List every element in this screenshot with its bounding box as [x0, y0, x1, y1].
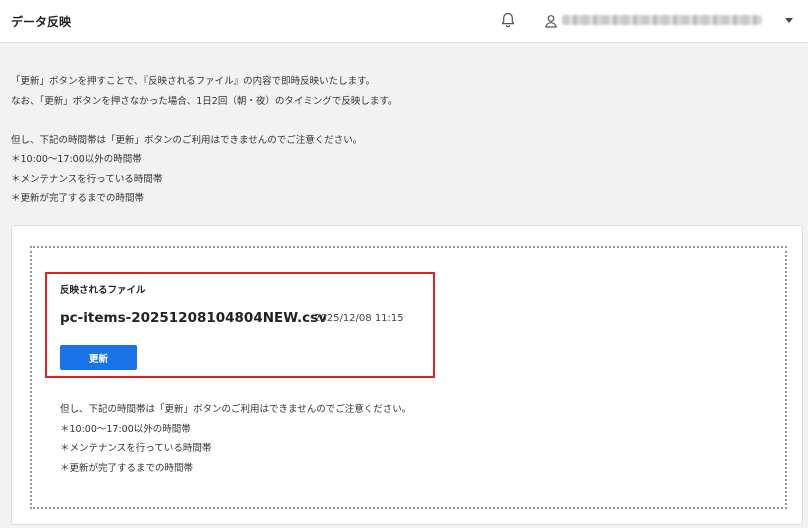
intro-line: なお、「更新」ボタンを押さなかった場合、1日2回（朝・夜）のタイミングで反映しま…: [11, 95, 398, 107]
note-line: 但し、下記の時間帯は「更新」ボタンのご利用はできませんのでご注意ください。: [60, 404, 412, 415]
update-card: 反映されるファイル pc-items-20251208104804NEW.csv…: [11, 225, 803, 525]
file-date: 2025/12/08 11:15: [314, 313, 404, 324]
app-header: データ反映: [0, 0, 808, 43]
intro-line: ＊メンテナンスを行っている時間帯: [11, 173, 163, 185]
note-line: ＊メンテナンスを行っている時間帯: [60, 443, 212, 454]
intro-line: 「更新」ボタンを押すことで、『反映されるファイル』の内容で即時反映いたします。: [11, 76, 376, 87]
note-line: ＊更新が完了するまでの時間帯: [60, 462, 194, 474]
intro-line: ＊10:00～17:00以外の時間帯: [11, 154, 142, 165]
user-name-redacted: [562, 15, 762, 25]
intro-gap: [11, 111, 791, 131]
bell-icon[interactable]: [499, 11, 517, 29]
file-label: 反映されるファイル: [60, 285, 146, 296]
user-icon: [544, 13, 558, 28]
page-title: データ反映: [11, 15, 72, 29]
note-text: 但し、下記の時間帯は「更新」ボタンのご利用はできませんのでご注意ください。 ＊1…: [60, 400, 760, 478]
user-menu[interactable]: [544, 12, 794, 30]
intro-line: 但し、下記の時間帯は「更新」ボタンのご利用はできませんのでご注意ください。: [11, 134, 363, 146]
update-button[interactable]: 更新: [60, 345, 137, 370]
note-line: ＊10:00～17:00以外の時間帯: [60, 423, 191, 435]
intro-line: ＊更新が完了するまでの時間帯: [11, 193, 145, 204]
caret-down-icon[interactable]: [785, 18, 793, 23]
intro-text: 「更新」ボタンを押すことで、『反映されるファイル』の内容で即時反映いたします。 …: [11, 72, 791, 209]
file-name: pc-items-20251208104804NEW.csv: [60, 310, 327, 326]
